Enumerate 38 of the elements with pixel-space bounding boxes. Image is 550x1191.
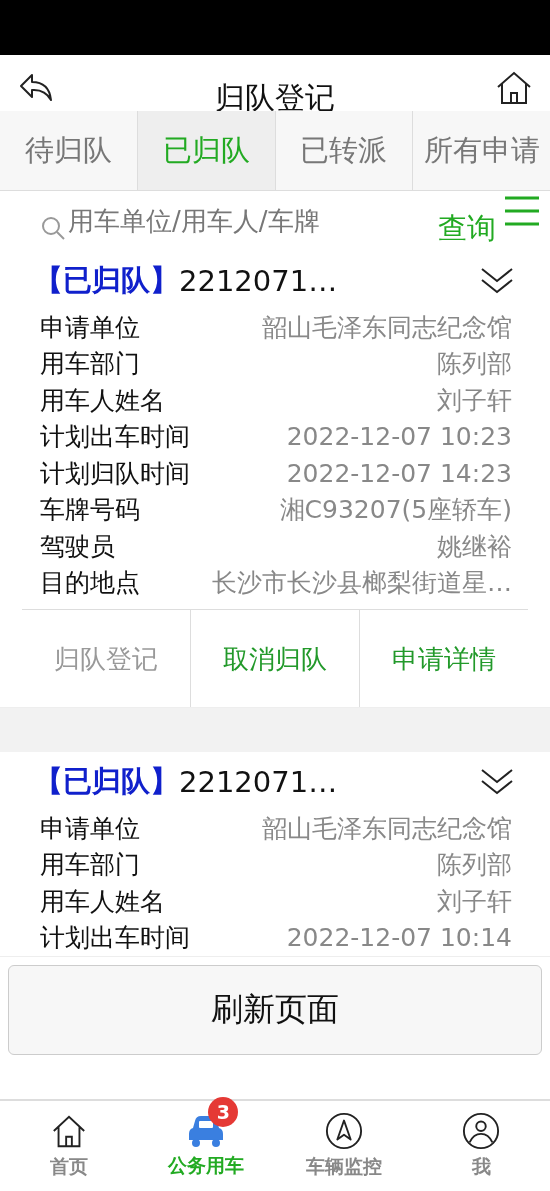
field-label: 驾驶员 (40, 530, 115, 563)
refresh-button[interactable]: 刷新页面 (8, 965, 542, 1055)
field-value: 刘子轩 (437, 885, 512, 918)
field-label: 计划归队时间 (40, 457, 190, 490)
field-value: 湘C93207(5座轿车) (279, 494, 512, 527)
field-value: 姚继裕 (437, 530, 512, 563)
field-label: 申请单位 (40, 812, 140, 845)
field-value: 长沙市长沙县榔梨街道星… (212, 567, 512, 600)
field-value: 刘子轩 (437, 384, 512, 417)
field-value: 韶山毛泽东同志纪念馆 (262, 311, 512, 344)
field-label: 用车部门 (40, 849, 140, 882)
expand-icon[interactable] (480, 768, 514, 796)
status-label: 【已归队】 (34, 262, 179, 299)
user-icon (462, 1112, 501, 1150)
field-label: 用车人姓名 (40, 885, 165, 918)
order-number: 2212071… (179, 765, 338, 799)
field-value: 陈列部 (437, 348, 512, 381)
filter-tab[interactable]: 已归队 (137, 111, 276, 190)
field-label: 计划出车时间 (40, 922, 190, 955)
field-label: 目的地点 (40, 567, 140, 600)
field-value: 2022-12-07 14:23 (286, 458, 512, 488)
status-label: 【已归队】 (34, 763, 179, 800)
field-value: 2022-12-07 10:23 (286, 422, 512, 452)
field-value: 韶山毛泽东同志纪念馆 (262, 812, 512, 845)
field-label: 车牌号码 (40, 494, 140, 527)
field-label: 申请单位 (40, 311, 140, 344)
order-number: 2212071… (179, 264, 338, 298)
navigation-icon (324, 1112, 363, 1150)
field-label: 用车部门 (40, 348, 140, 381)
query-button[interactable]: 查询 (438, 209, 496, 249)
expand-icon[interactable] (480, 267, 514, 295)
field-label: 计划出车时间 (40, 421, 190, 454)
page-title: 归队登记 (215, 83, 335, 113)
search-icon (40, 215, 66, 241)
count-badge: 3 (208, 1097, 239, 1127)
field-label: 用车人姓名 (40, 384, 165, 417)
field-value: 2022-12-07 10:14 (286, 923, 512, 953)
field-value: 陈列部 (437, 849, 512, 882)
